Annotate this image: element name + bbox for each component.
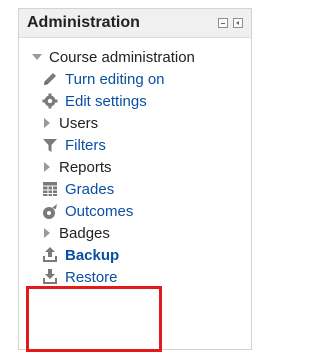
collapsed-arrow-icon — [41, 227, 53, 239]
restore-link[interactable]: Restore — [19, 266, 251, 288]
reports-label: Reports — [59, 158, 112, 176]
filters-label: Filters — [65, 136, 106, 154]
gear-icon — [41, 92, 59, 110]
dock-block-icon[interactable] — [233, 18, 243, 28]
filters-link[interactable]: Filters — [19, 134, 251, 156]
reports-node[interactable]: Reports — [19, 156, 251, 178]
edit-settings-label: Edit settings — [65, 92, 147, 110]
outcomes-label: Outcomes — [65, 202, 134, 220]
backup-label: Backup — [65, 246, 120, 264]
admin-tree: Course administration Turn editing on Ed… — [19, 38, 251, 288]
grades-label: Grades — [65, 180, 115, 198]
turn-editing-on-label: Turn editing on — [65, 70, 165, 88]
expanded-arrow-icon — [31, 51, 43, 63]
grades-link[interactable]: Grades — [19, 178, 251, 200]
users-node[interactable]: Users — [19, 112, 251, 134]
administration-block: Administration Course administration Tur… — [18, 8, 252, 350]
block-title: Administration — [27, 14, 140, 31]
restore-icon — [41, 268, 59, 286]
filter-icon — [41, 136, 59, 154]
block-header: Administration — [19, 9, 251, 38]
course-administration-label: Course administration — [49, 48, 195, 66]
hide-block-icon[interactable] — [218, 18, 228, 28]
backup-icon — [41, 246, 59, 264]
outcomes-icon — [41, 202, 59, 220]
collapsed-arrow-icon — [41, 117, 53, 129]
course-administration-node[interactable]: Course administration — [19, 46, 251, 68]
grid-icon — [41, 180, 59, 198]
edit-settings-link[interactable]: Edit settings — [19, 90, 251, 112]
pencil-icon — [41, 70, 59, 88]
collapsed-arrow-icon — [41, 161, 53, 173]
restore-label: Restore — [65, 268, 118, 286]
badges-node[interactable]: Badges — [19, 222, 251, 244]
users-label: Users — [59, 114, 99, 132]
badges-label: Badges — [59, 224, 110, 242]
outcomes-link[interactable]: Outcomes — [19, 200, 251, 222]
turn-editing-on-link[interactable]: Turn editing on — [19, 68, 251, 90]
backup-link[interactable]: Backup — [19, 244, 251, 266]
